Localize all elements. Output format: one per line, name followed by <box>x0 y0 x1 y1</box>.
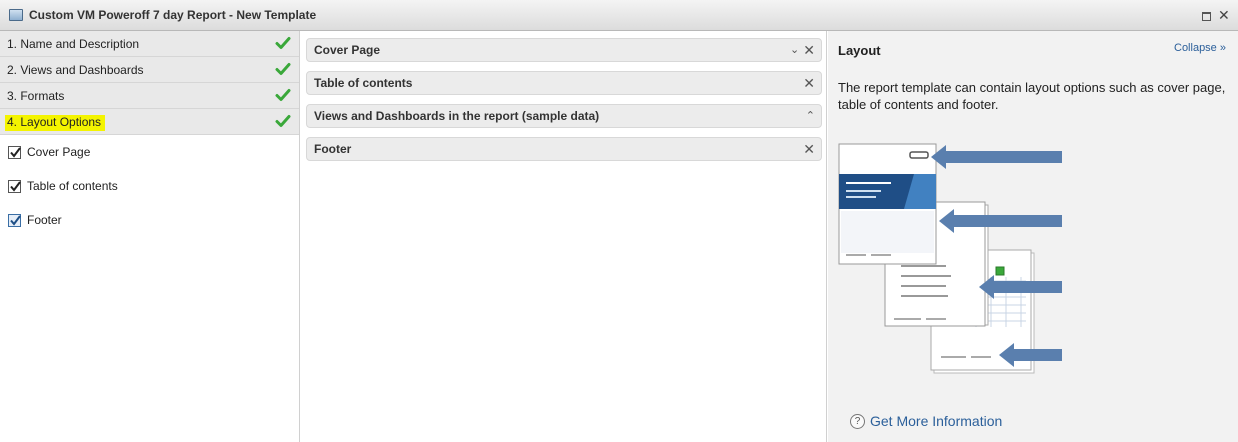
restore-icon[interactable] <box>1200 9 1212 21</box>
collapse-link[interactable]: Collapse » <box>1174 42 1226 54</box>
footer-checkbox[interactable] <box>8 213 21 227</box>
section-table-of-contents[interactable]: Table of contents ✕ <box>306 71 822 95</box>
help-panel-title: Layout <box>838 43 881 58</box>
close-icon[interactable]: ✕ <box>803 76 815 90</box>
option-cover-page[interactable]: Cover Page <box>0 135 299 169</box>
checkmark-icon <box>275 63 291 75</box>
window-title-bar: Custom VM Poweroff 7 day Report - New Te… <box>0 0 1238 31</box>
checkmark-icon <box>275 37 291 49</box>
close-icon[interactable]: ✕ <box>803 43 815 57</box>
option-label: Cover Page <box>27 145 91 159</box>
layout-illustration <box>838 143 1062 374</box>
cover-page-illustration <box>838 143 937 265</box>
step-label: 4. Layout Options <box>5 114 106 129</box>
help-description: The report template can contain layout o… <box>838 80 1226 112</box>
section-title: Table of contents <box>314 76 413 90</box>
report-template-icon <box>9 9 23 21</box>
option-label: Table of contents <box>27 179 118 193</box>
get-more-information-link[interactable]: ? Get More Information <box>850 413 1002 429</box>
step-formats[interactable]: 3. Formats <box>0 83 299 109</box>
checkmark-icon <box>275 115 291 127</box>
option-footer[interactable]: Footer <box>0 203 299 237</box>
section-title: Cover Page <box>314 43 381 57</box>
checkmark-icon <box>275 89 291 101</box>
step-label: 2. Views and Dashboards <box>7 62 144 77</box>
step-name-and-description[interactable]: 1. Name and Description <box>0 31 299 57</box>
wizard-steps-panel: 1. Name and Description 2. Views and Das… <box>0 31 300 442</box>
more-info-label: Get More Information <box>870 413 1003 429</box>
step-label: 1. Name and Description <box>7 36 140 51</box>
option-table-of-contents[interactable]: Table of contents <box>0 169 299 203</box>
window-title: Custom VM Poweroff 7 day Report - New Te… <box>29 8 317 22</box>
layout-sections-panel: Cover Page ⌄ ✕ Table of contents ✕ Views… <box>301 31 827 442</box>
cover-page-checkbox[interactable] <box>8 145 21 159</box>
section-cover-page[interactable]: Cover Page ⌄ ✕ <box>306 38 822 62</box>
step-layout-options[interactable]: 4. Layout Options <box>0 109 299 135</box>
section-title: Views and Dashboards in the report (samp… <box>314 109 600 123</box>
section-footer[interactable]: Footer ✕ <box>306 137 822 161</box>
step-views-and-dashboards[interactable]: 2. Views and Dashboards <box>0 57 299 83</box>
help-panel: Layout Collapse » The report template ca… <box>828 31 1238 442</box>
close-icon[interactable]: ✕ <box>1218 8 1230 22</box>
move-up-icon[interactable]: ⌃ <box>806 109 815 123</box>
move-down-icon[interactable]: ⌄ <box>790 43 799 57</box>
collapse-label: Collapse <box>1174 42 1217 54</box>
double-chevron-right-icon: » <box>1219 42 1226 54</box>
option-label: Footer <box>27 213 62 227</box>
question-icon: ? <box>850 413 865 429</box>
step-label: 3. Formats <box>7 88 65 103</box>
section-views-and-dashboards[interactable]: Views and Dashboards in the report (samp… <box>306 104 822 128</box>
table-of-contents-checkbox[interactable] <box>8 179 21 193</box>
section-title: Footer <box>314 142 352 156</box>
close-icon[interactable]: ✕ <box>803 142 815 156</box>
